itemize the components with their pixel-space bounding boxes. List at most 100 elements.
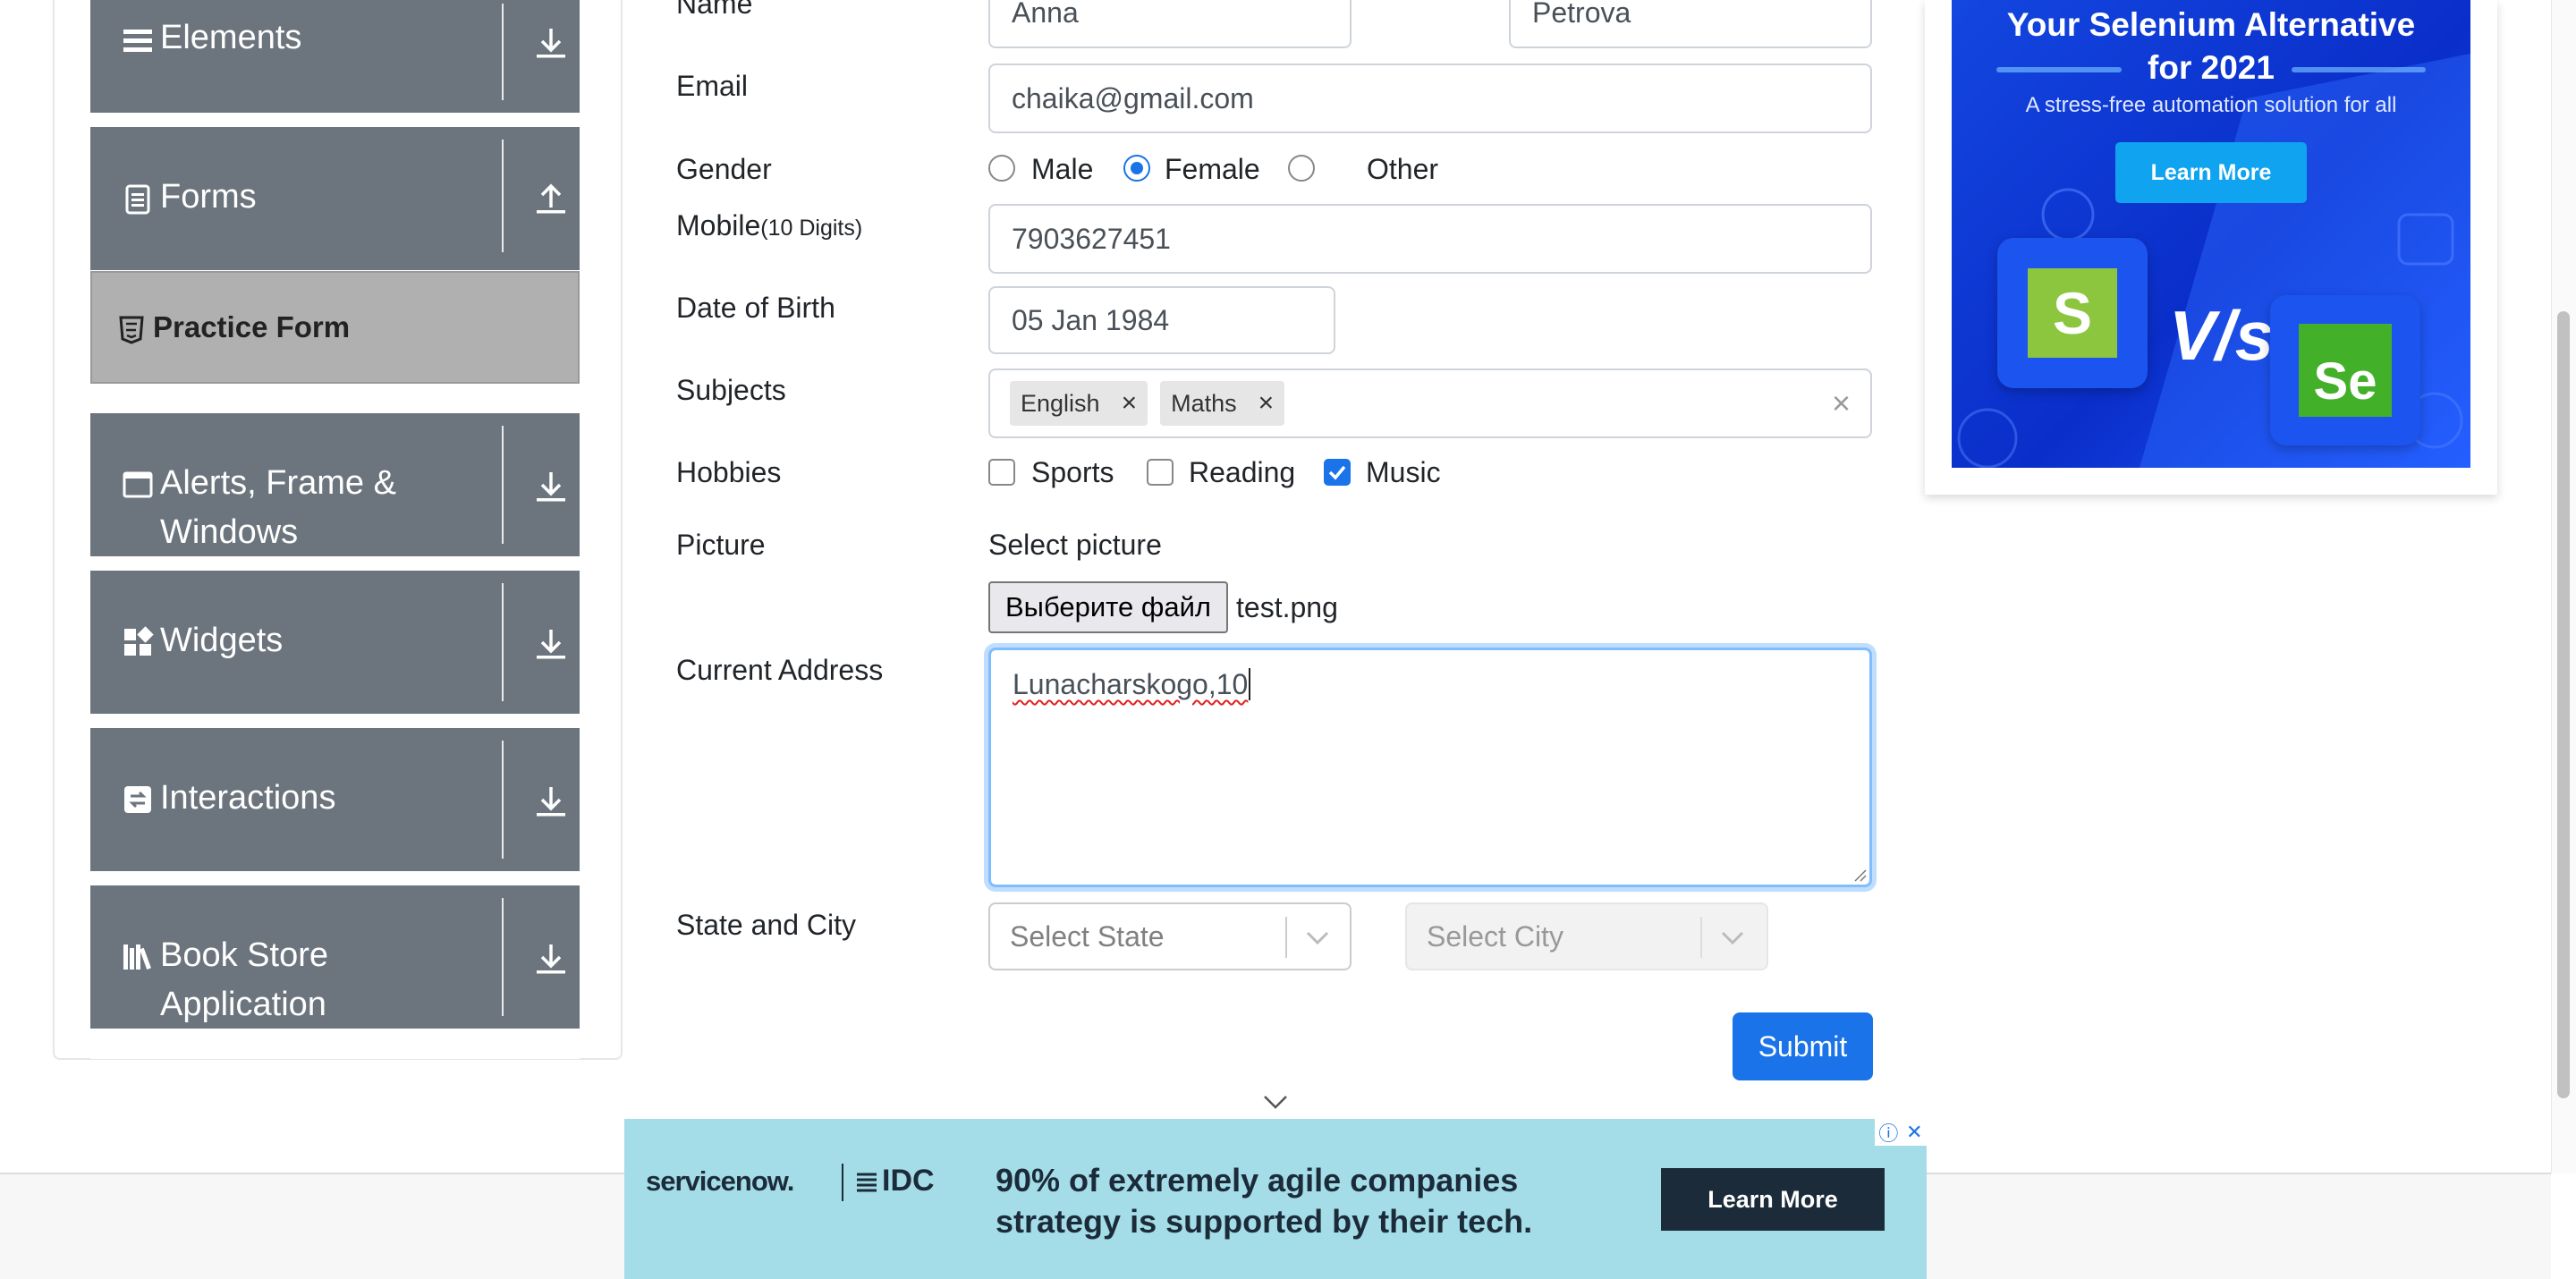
download-arrow-icon[interactable] bbox=[533, 469, 569, 504]
ad-learn-more-button[interactable]: Learn More bbox=[2115, 142, 2307, 203]
chip-remove-icon[interactable]: × bbox=[1122, 388, 1138, 419]
chevron-down-icon[interactable] bbox=[1261, 1093, 1290, 1111]
state-city-label: State and City bbox=[676, 909, 856, 941]
gender-male-label[interactable]: Male bbox=[1031, 153, 1093, 186]
current-address-textarea[interactable]: Lunacharskogo,10 bbox=[988, 648, 1872, 887]
hobby-sports-checkbox[interactable] bbox=[988, 459, 1015, 486]
hobby-music-checkbox[interactable] bbox=[1324, 459, 1351, 486]
sidebar-group-label-line2: Application bbox=[160, 986, 326, 1023]
last-name-input[interactable]: Petrova bbox=[1509, 0, 1872, 48]
city-select[interactable]: Select City bbox=[1405, 902, 1768, 970]
chip-remove-icon[interactable]: × bbox=[1258, 388, 1275, 419]
divider bbox=[502, 140, 504, 252]
download-arrow-icon[interactable] bbox=[533, 941, 569, 977]
dob-input[interactable]: 05 Jan 1984 bbox=[988, 286, 1335, 354]
scrollbar-thumb[interactable] bbox=[2557, 311, 2570, 1098]
ad-logo-left: S bbox=[1997, 238, 2148, 388]
chevron-down-icon bbox=[1306, 931, 1329, 945]
divider bbox=[502, 741, 504, 859]
upload-arrow-icon[interactable] bbox=[533, 181, 569, 216]
ad-logo-right: Se bbox=[2270, 295, 2420, 445]
submit-button[interactable]: Submit bbox=[1733, 1012, 1873, 1080]
divider bbox=[502, 583, 504, 701]
ad-title-line2: for 2021 bbox=[2148, 49, 2275, 86]
divider bbox=[502, 4, 504, 100]
ad-logo-left-mark: S bbox=[2028, 268, 2117, 358]
subject-chip: Maths × bbox=[1160, 381, 1285, 426]
close-icon[interactable]: ✕ bbox=[1906, 1121, 1922, 1144]
ad-subtitle: A stress-free automation solution for al… bbox=[2025, 93, 2397, 117]
ad-brand-idc: IDC bbox=[855, 1164, 935, 1199]
widgets-icon bbox=[124, 626, 154, 656]
email-input[interactable]: chaika@gmail.com bbox=[988, 64, 1872, 133]
hobby-reading-checkbox[interactable] bbox=[1147, 459, 1174, 486]
ad-brand-idc-text: IDC bbox=[882, 1164, 935, 1198]
ad-right[interactable]: Your Selenium Alternative for 2021 A str… bbox=[1925, 0, 2497, 495]
hobby-reading-label[interactable]: Reading bbox=[1189, 456, 1295, 489]
select-picture-label: Select picture bbox=[988, 529, 1162, 561]
list-icon bbox=[123, 30, 152, 52]
sidebar-group-label: Widgets bbox=[160, 622, 284, 659]
resize-handle-icon[interactable] bbox=[1852, 868, 1867, 882]
address-label: Current Address bbox=[676, 654, 884, 686]
first-name-input[interactable]: Anna bbox=[988, 0, 1352, 48]
divider bbox=[1700, 917, 1702, 958]
sidebar-group-interactions[interactable]: Interactions bbox=[90, 728, 580, 871]
ad-title-line1: Your Selenium Alternative bbox=[2006, 6, 2416, 43]
info-icon[interactable]: ⓘ bbox=[1878, 1118, 1898, 1147]
subjects-input[interactable]: English × Maths × × bbox=[988, 368, 1872, 438]
download-arrow-icon[interactable] bbox=[533, 25, 569, 61]
sidebar-item-practice-form[interactable]: Practice Form bbox=[90, 271, 580, 384]
ad-text-line1: 90% of extremely agile companies bbox=[996, 1162, 1519, 1199]
hobbies-label: Hobbies bbox=[676, 456, 782, 488]
ad-vs-text: V/s bbox=[2169, 296, 2275, 375]
sidebar-group-alerts[interactable]: Alerts, Frame & Windows bbox=[90, 413, 580, 556]
mobile-hint: (10 Digits) bbox=[760, 216, 863, 241]
interactions-icon bbox=[124, 786, 151, 813]
idc-logo-icon bbox=[857, 1173, 877, 1192]
choose-file-button[interactable]: Выберите файл bbox=[988, 581, 1228, 633]
download-arrow-icon[interactable] bbox=[533, 783, 569, 819]
sidebar-group-widgets[interactable]: Widgets bbox=[90, 571, 580, 714]
ad-controls: ⓘ ✕ bbox=[1875, 1119, 1927, 1146]
divider bbox=[842, 1164, 843, 1201]
mobile-value: 7903627451 bbox=[1012, 222, 1171, 255]
document-icon bbox=[125, 184, 150, 215]
mobile-input[interactable]: 7903627451 bbox=[988, 204, 1872, 274]
sidebar-group-book-store[interactable]: Book Store Application bbox=[90, 885, 580, 1029]
check-icon bbox=[1328, 465, 1346, 480]
divider bbox=[1285, 917, 1287, 958]
text-caret bbox=[1249, 668, 1251, 700]
first-name-value: Anna bbox=[1012, 0, 1079, 29]
ad-bottom[interactable]: servicenow. IDC 90% of extremely agile c… bbox=[624, 1119, 1927, 1279]
ad-brand-servicenow: servicenow. bbox=[646, 1165, 794, 1197]
divider bbox=[502, 426, 504, 544]
state-select[interactable]: Select State bbox=[988, 902, 1352, 970]
ad-bottom-learn-more-button[interactable]: Learn More bbox=[1661, 1168, 1885, 1231]
download-arrow-icon[interactable] bbox=[533, 626, 569, 662]
sidebar-group-elements[interactable]: Elements bbox=[90, 0, 580, 113]
sidebar-group-forms[interactable]: Forms bbox=[90, 127, 580, 270]
sidebar-group-label: Alerts, Frame & bbox=[160, 464, 396, 502]
mobile-label: Mobile(10 Digits) bbox=[676, 209, 862, 242]
name-label: Name bbox=[676, 0, 753, 20]
gender-female-label[interactable]: Female bbox=[1165, 153, 1260, 186]
ad-logo-right-mark: Se bbox=[2299, 324, 2392, 417]
clear-icon[interactable]: × bbox=[1832, 385, 1851, 422]
gender-male-radio[interactable] bbox=[988, 155, 1015, 182]
sidebar-item-label: Practice Form bbox=[153, 310, 351, 343]
city-placeholder: Select City bbox=[1427, 919, 1563, 953]
gender-other-radio[interactable] bbox=[1288, 155, 1315, 182]
dob-label: Date of Birth bbox=[676, 292, 835, 324]
file-name: test.png bbox=[1236, 591, 1338, 623]
sidebar-group-label: Elements bbox=[160, 19, 302, 56]
subjects-label: Subjects bbox=[676, 374, 786, 406]
hobby-sports-label[interactable]: Sports bbox=[1031, 456, 1114, 489]
gender-female-radio[interactable] bbox=[1123, 155, 1150, 182]
email-value: chaika@gmail.com bbox=[1012, 81, 1254, 114]
ad-right-banner: Your Selenium Alternative for 2021 A str… bbox=[1952, 0, 2470, 468]
gender-other-label[interactable]: Other bbox=[1367, 153, 1438, 186]
hobby-music-label[interactable]: Music bbox=[1366, 456, 1441, 489]
ad-text-line2: strategy is supported by their tech. bbox=[996, 1203, 1533, 1240]
sidebar-group-label: Book Store bbox=[160, 936, 328, 974]
